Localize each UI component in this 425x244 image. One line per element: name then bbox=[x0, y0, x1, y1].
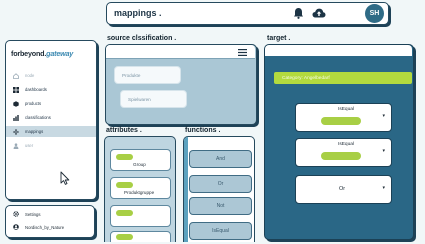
chevron-down-icon[interactable]: ▾ bbox=[382, 185, 385, 191]
attribute-tag bbox=[116, 234, 133, 240]
person-icon bbox=[13, 142, 19, 149]
attribute-card[interactable]: Group bbox=[110, 149, 171, 171]
target-section-title: target . bbox=[267, 35, 291, 42]
brand-logo-accent: gateway bbox=[46, 49, 74, 58]
source-chip[interactable]: Produkte bbox=[114, 66, 181, 84]
menu-icon[interactable] bbox=[238, 49, 247, 56]
source-section-title: source clssification . bbox=[107, 35, 177, 42]
chevron-down-icon[interactable]: ▾ bbox=[382, 148, 385, 154]
attributes-section-title: attributes . bbox=[106, 127, 142, 134]
sidebar-item-label: node bbox=[25, 73, 35, 78]
settings-panel: Settings Nordisch_by_Nature bbox=[5, 205, 95, 238]
sidebar-item-label: products bbox=[25, 101, 42, 106]
top-header-bar: mappings . SH bbox=[106, 2, 389, 25]
brand-logo: forbeyond.gateway bbox=[11, 49, 73, 58]
attribute-card[interactable] bbox=[110, 205, 171, 227]
avatar[interactable]: SH bbox=[365, 4, 384, 23]
page-title: mappings . bbox=[114, 8, 162, 18]
condition-label: IsEqual bbox=[338, 142, 354, 147]
user-name-label: Nordisch_by_Nature bbox=[25, 224, 65, 230]
bell-icon[interactable] bbox=[293, 7, 304, 19]
target-panel-toolbar bbox=[265, 45, 412, 56]
function-not-button[interactable]: Not bbox=[189, 197, 252, 215]
cube-icon bbox=[13, 100, 19, 107]
function-or-button[interactable]: Or bbox=[189, 175, 252, 193]
functions-panel: And Or Not IsEqual bbox=[183, 136, 255, 242]
chart-icon bbox=[13, 114, 19, 121]
attribute-tag bbox=[116, 210, 133, 216]
sidebar-item-node[interactable]: node bbox=[6, 70, 96, 81]
sidebar-item-products[interactable]: products bbox=[6, 98, 96, 109]
gear-icon bbox=[13, 211, 19, 217]
sidebar-item-user[interactable]: user bbox=[6, 140, 96, 151]
cloud-upload-icon[interactable] bbox=[312, 8, 326, 18]
mouse-cursor-icon bbox=[60, 171, 70, 185]
condition-label: Or bbox=[339, 186, 346, 192]
sidebar-item-label: user bbox=[25, 143, 34, 148]
attribute-card[interactable] bbox=[110, 231, 171, 242]
sidebar-item-classifications[interactable]: classifications bbox=[6, 112, 96, 123]
condition-label: IsEqual bbox=[338, 107, 354, 112]
attributes-panel: Group Produktgruppe bbox=[104, 136, 176, 242]
home-icon bbox=[13, 72, 19, 79]
attribute-tag bbox=[116, 182, 133, 188]
sparkle-icon bbox=[13, 128, 19, 135]
condition-value-tag bbox=[321, 117, 361, 125]
attribute-card[interactable]: Produktgruppe bbox=[110, 177, 171, 199]
attribute-tag bbox=[116, 154, 133, 160]
source-classification-panel: Produkte Spielwaren bbox=[105, 44, 257, 125]
functions-scrollbar[interactable] bbox=[184, 137, 188, 242]
target-condition-card[interactable]: Or ▾ bbox=[295, 175, 392, 204]
target-panel: Category: Angelbedarf IsEqual ▾ IsEqual … bbox=[264, 44, 414, 240]
sidebar-item-label: mappings bbox=[25, 129, 44, 134]
source-chip[interactable]: Spielwaren bbox=[120, 90, 187, 108]
settings-link[interactable]: Settings bbox=[13, 211, 41, 217]
sidebar-item-label: classifications bbox=[25, 115, 51, 120]
chevron-down-icon[interactable]: ▾ bbox=[382, 113, 385, 119]
attribute-label: Produktgruppe bbox=[124, 190, 155, 195]
sidebar-item-label: dashboards bbox=[25, 87, 47, 92]
functions-section-title: functions . bbox=[185, 127, 221, 134]
sidebar-item-dashboards[interactable]: dashboards bbox=[6, 84, 96, 95]
user-avatar-icon bbox=[13, 224, 19, 230]
condition-value-tag bbox=[321, 152, 361, 160]
source-panel-toolbar bbox=[106, 45, 255, 59]
grid-icon bbox=[13, 86, 19, 93]
sidebar-item-mappings[interactable]: mappings bbox=[6, 126, 96, 137]
function-isequal-button[interactable]: IsEqual bbox=[189, 222, 252, 240]
sidebar: forbeyond.gateway node dashboards produc… bbox=[5, 40, 97, 200]
brand-logo-main: forbeyond. bbox=[11, 49, 47, 58]
target-category-bar[interactable]: Category: Angelbedarf bbox=[274, 72, 412, 84]
user-profile-link[interactable]: Nordisch_by_Nature bbox=[13, 224, 64, 230]
target-condition-card[interactable]: IsEqual ▾ bbox=[295, 138, 392, 167]
attribute-label: Group bbox=[133, 162, 146, 167]
function-and-button[interactable]: And bbox=[189, 150, 252, 168]
target-condition-card[interactable]: IsEqual ▾ bbox=[295, 103, 392, 132]
settings-label: Settings bbox=[25, 211, 41, 217]
